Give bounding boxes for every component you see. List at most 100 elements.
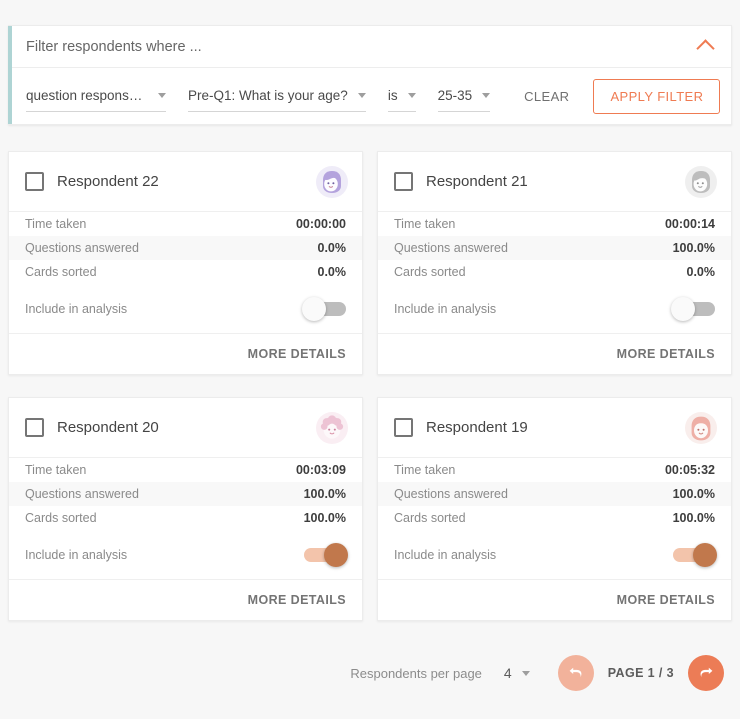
include-in-analysis-toggle[interactable] xyxy=(671,296,715,321)
stat-value: 0.0% xyxy=(686,265,716,279)
respondents-per-page-select[interactable]: 4 xyxy=(504,665,530,681)
stat-value: 100.0% xyxy=(303,511,346,525)
include-in-analysis-toggle[interactable] xyxy=(304,542,348,567)
stat-label: Time taken xyxy=(394,217,456,231)
card-stats: Time taken 00:00:14 Questions answered 1… xyxy=(378,212,731,284)
card-header: Respondent 20 xyxy=(9,398,362,458)
pagination-bar: Respondents per page 4 PAGE 1 / 3 xyxy=(0,650,732,696)
card-footer: MORE DETAILS xyxy=(378,334,731,374)
respondent-card: Respondent 21 Time taken 00:00:14 Questi… xyxy=(377,151,732,375)
stat-label: Time taken xyxy=(25,217,87,231)
card-footer: MORE DETAILS xyxy=(9,334,362,374)
stat-label: Questions answered xyxy=(25,241,139,255)
stat-label: Cards sorted xyxy=(25,511,97,525)
respondent-name: Respondent 19 xyxy=(426,419,528,436)
respondent-checkbox[interactable] xyxy=(25,172,44,191)
answer-value: 25-35 xyxy=(437,88,473,103)
criteria-type-select[interactable]: question response to xyxy=(26,80,166,112)
stat-value: 00:05:32 xyxy=(664,463,715,477)
stat-label: Cards sorted xyxy=(25,265,97,279)
respondent-name: Respondent 22 xyxy=(57,173,159,190)
redo-arrow-icon xyxy=(700,667,713,678)
more-details-button[interactable]: MORE DETAILS xyxy=(248,593,346,607)
stat-value: 100.0% xyxy=(672,511,715,525)
stat-value: 0.0% xyxy=(317,265,347,279)
card-stats: Time taken 00:00:00 Questions answered 0… xyxy=(9,212,362,284)
stat-value: 00:00:14 xyxy=(664,217,715,231)
include-in-analysis-label: Include in analysis xyxy=(25,301,128,316)
card-stats: Time taken 00:05:32 Questions answered 1… xyxy=(378,458,731,530)
include-in-analysis-row: Include in analysis xyxy=(9,284,362,334)
include-in-analysis-row: Include in analysis xyxy=(378,530,731,580)
card-footer: MORE DETAILS xyxy=(9,580,362,620)
stat-label: Questions answered xyxy=(25,487,139,501)
next-page-button[interactable] xyxy=(688,655,724,691)
stat-row-cards-sorted: Cards sorted 100.0% xyxy=(378,506,731,530)
include-in-analysis-label: Include in analysis xyxy=(394,547,497,562)
toggle-thumb xyxy=(693,542,717,567)
filter-collapse-button[interactable] xyxy=(693,35,717,59)
filter-controls-row: question response to Pre-Q1: What is you… xyxy=(8,68,731,124)
respondent-name: Respondent 21 xyxy=(426,173,528,190)
card-footer: MORE DETAILS xyxy=(378,580,731,620)
stat-row-cards-sorted: Cards sorted 0.0% xyxy=(378,260,731,284)
avatar-pink-curly-icon xyxy=(316,411,348,444)
card-header: Respondent 19 xyxy=(378,398,731,458)
stat-row-time-taken: Time taken 00:05:32 xyxy=(378,458,731,482)
respondent-checkbox[interactable] xyxy=(394,418,413,437)
stat-row-questions-answered: Questions answered 100.0% xyxy=(9,482,362,506)
filter-header: Filter respondents where ... xyxy=(8,26,731,68)
answer-select[interactable]: 25-35 xyxy=(437,80,491,112)
stat-row-time-taken: Time taken 00:03:09 xyxy=(9,458,362,482)
toggle-thumb xyxy=(302,296,326,321)
stat-label: Questions answered xyxy=(394,487,508,501)
criteria-type-value: question response to xyxy=(26,88,148,103)
operator-select[interactable]: is xyxy=(387,80,416,112)
respondent-card: Respondent 22 Time taken 00:00:00 Questi… xyxy=(8,151,363,375)
include-in-analysis-toggle[interactable] xyxy=(302,296,346,321)
page-indicator: PAGE 1 / 3 xyxy=(607,666,674,680)
include-in-analysis-label: Include in analysis xyxy=(25,547,128,562)
respondents-per-page-value: 4 xyxy=(503,665,512,681)
chevron-down-icon xyxy=(521,670,530,676)
toggle-thumb xyxy=(671,296,695,321)
avatar-gray-icon xyxy=(685,165,717,198)
stat-value: 100.0% xyxy=(303,487,346,501)
previous-page-button[interactable] xyxy=(557,655,594,691)
include-in-analysis-row: Include in analysis xyxy=(9,530,362,580)
include-in-analysis-label: Include in analysis xyxy=(394,301,497,316)
more-details-button[interactable]: MORE DETAILS xyxy=(617,593,715,607)
card-stats: Time taken 00:03:09 Questions answered 1… xyxy=(9,458,362,530)
include-in-analysis-row: Include in analysis xyxy=(378,284,731,334)
include-in-analysis-toggle[interactable] xyxy=(673,542,717,567)
stat-label: Cards sorted xyxy=(394,511,466,525)
apply-filter-button[interactable]: APPLY FILTER xyxy=(593,78,721,114)
filter-title: Filter respondents where ... xyxy=(26,38,202,55)
card-header: Respondent 22 xyxy=(9,152,362,212)
question-value: Pre-Q1: What is your age? xyxy=(188,88,348,103)
respondent-checkbox[interactable] xyxy=(394,172,413,191)
operator-value: is xyxy=(387,88,398,103)
stat-label: Time taken xyxy=(394,463,456,477)
respondent-card: Respondent 20 Time taken 00:03:09 Questi… xyxy=(8,397,363,621)
avatar-salmon-icon xyxy=(685,411,717,444)
clear-filter-button[interactable]: CLEAR xyxy=(512,81,581,112)
more-details-button[interactable]: MORE DETAILS xyxy=(617,347,715,361)
stat-row-cards-sorted: Cards sorted 100.0% xyxy=(9,506,362,530)
chevron-down-icon xyxy=(482,93,491,98)
stat-value: 100.0% xyxy=(672,241,715,255)
respondent-name: Respondent 20 xyxy=(57,419,159,436)
stat-value: 00:00:00 xyxy=(295,217,346,231)
stat-value: 100.0% xyxy=(672,487,715,501)
question-select[interactable]: Pre-Q1: What is your age? xyxy=(188,80,366,112)
stat-value: 00:03:09 xyxy=(295,463,346,477)
filter-accent-bar xyxy=(8,26,12,124)
respondents-per-page-label: Respondents per page xyxy=(350,665,482,681)
chevron-down-icon xyxy=(158,93,166,98)
more-details-button[interactable]: MORE DETAILS xyxy=(248,347,346,361)
respondent-checkbox[interactable] xyxy=(25,418,44,437)
stat-label: Questions answered xyxy=(394,241,508,255)
stat-label: Cards sorted xyxy=(394,265,466,279)
stat-row-cards-sorted: Cards sorted 0.0% xyxy=(9,260,362,284)
card-header: Respondent 21 xyxy=(378,152,731,212)
